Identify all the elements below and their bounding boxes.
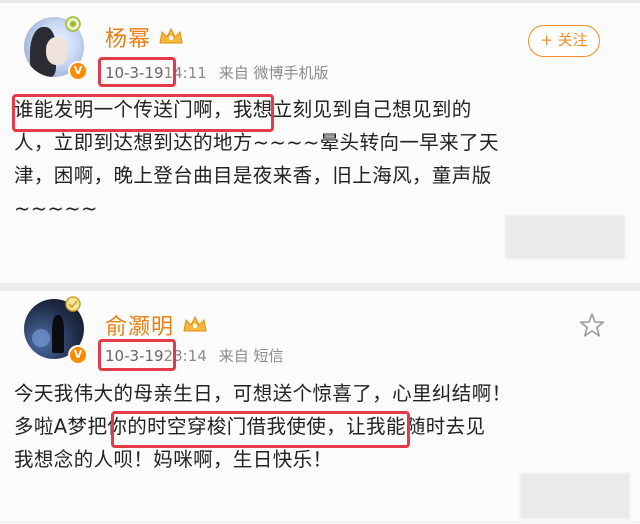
text-highlight-box <box>111 411 410 448</box>
username[interactable]: 俞灏明 <box>105 309 174 341</box>
date-highlight-box <box>98 339 176 371</box>
date-highlight-box <box>98 57 176 87</box>
watermark-smudge <box>505 215 625 259</box>
avatar-figure <box>52 315 64 353</box>
post-source: 来自 微博手机版 <box>218 64 329 82</box>
weibo-screenshot: V 杨幂 10-3-1914:11 来自 微博手机版 + 关注 谁能发明一个传送门… <box>0 0 640 521</box>
verified-v-icon: V <box>68 61 88 81</box>
star-icon[interactable] <box>578 311 606 339</box>
crown-icon <box>159 27 183 44</box>
verified-v-icon: V <box>68 345 88 365</box>
follow-button[interactable]: + 关注 <box>528 25 600 57</box>
post-text-segment: 多啦A梦 <box>14 415 88 438</box>
avatar-glow <box>32 329 50 347</box>
post-text-line: 今天我伟大的母亲生日，可想送个惊喜了，心里纠结啊！ <box>14 382 512 405</box>
text-highlight-box <box>12 94 274 132</box>
post-text-line: 津，困啊，晚上登台曲目是夜来香，旧上海风，童声版 <box>14 164 492 187</box>
avatar-face <box>46 37 68 65</box>
username[interactable]: 杨幂 <box>105 21 151 53</box>
avatar-decoration-icon <box>65 296 81 312</box>
crown-icon <box>183 315 207 332</box>
avatar-decoration-icon <box>65 16 81 32</box>
watermark-smudge <box>520 473 630 519</box>
post-source: 来自 短信 <box>218 347 284 365</box>
